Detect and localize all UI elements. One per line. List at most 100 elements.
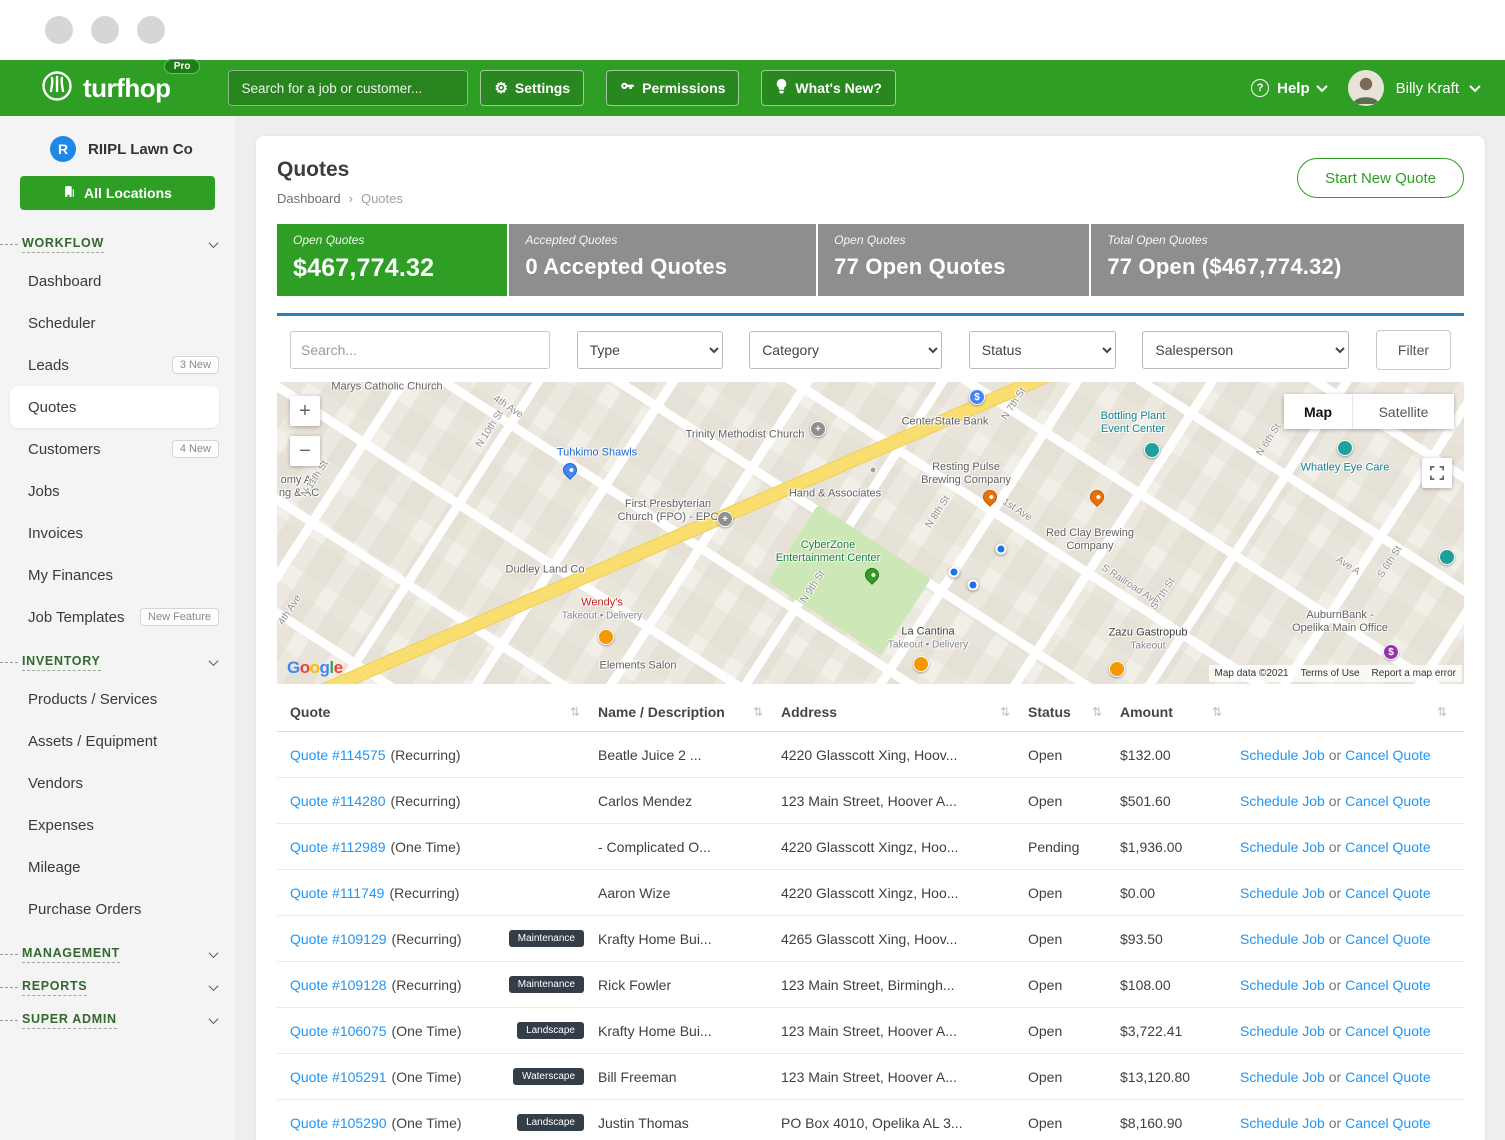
quote-link[interactable]: Quote #111749 — [290, 885, 384, 901]
breadcrumb-dashboard-link[interactable]: Dashboard — [277, 191, 341, 206]
cancel-quote-link[interactable]: Cancel Quote — [1345, 977, 1431, 993]
schedule-job-link[interactable]: Schedule Job — [1240, 793, 1325, 809]
sidebar-item-jobs[interactable]: Jobs — [0, 470, 235, 512]
cancel-quote-link[interactable]: Cancel Quote — [1345, 839, 1431, 855]
sidebar-section-inventory[interactable]: INVENTORY — [0, 654, 235, 671]
whats-new-button[interactable]: What's New? — [761, 70, 896, 106]
map-marker-food[interactable] — [1109, 661, 1125, 677]
schedule-job-link[interactable]: Schedule Job — [1240, 747, 1325, 763]
quote-link[interactable]: Quote #105291 — [290, 1069, 387, 1085]
filter-button[interactable]: Filter — [1376, 330, 1451, 370]
cancel-quote-link[interactable]: Cancel Quote — [1345, 931, 1431, 947]
quote-link[interactable]: Quote #112989 — [290, 839, 386, 855]
column-header-status[interactable]: Status⇅ — [1028, 704, 1120, 720]
sidebar-section-super-admin[interactable]: SUPER ADMIN — [0, 1012, 235, 1029]
status-select[interactable]: Status — [969, 331, 1116, 369]
schedule-job-link[interactable]: Schedule Job — [1240, 1023, 1325, 1039]
sidebar-item-quotes[interactable]: Quotes — [10, 386, 219, 428]
schedule-job-link[interactable]: Schedule Job — [1240, 885, 1325, 901]
schedule-job-link[interactable]: Schedule Job — [1240, 1069, 1325, 1085]
sidebar-item-assets-equipment[interactable]: Assets / Equipment — [0, 720, 235, 762]
map-marker-teal[interactable] — [1337, 440, 1353, 456]
map-marker-bank-blue[interactable]: $ — [969, 389, 985, 405]
cancel-quote-link[interactable]: Cancel Quote — [1345, 747, 1431, 763]
sidebar-section-reports[interactable]: REPORTS — [0, 979, 235, 996]
quote-link[interactable]: Quote #109128 — [290, 977, 387, 993]
quote-link[interactable]: Quote #105290 — [290, 1115, 387, 1131]
sort-icon[interactable]: ⇅ — [753, 705, 763, 719]
salesperson-select[interactable]: Salesperson — [1142, 331, 1349, 369]
satellite-view-button[interactable]: Satellite — [1352, 394, 1454, 429]
sidebar-section-workflow[interactable]: WORKFLOW — [0, 236, 235, 253]
report-map-error-link[interactable]: Report a map error — [1372, 668, 1456, 679]
quote-link[interactable]: Quote #106075 — [290, 1023, 387, 1039]
map-marker-dot-blue[interactable] — [968, 580, 979, 591]
schedule-job-link[interactable]: Schedule Job — [1240, 1115, 1325, 1131]
category-select[interactable]: Category — [749, 331, 942, 369]
map-zoom-in-button[interactable]: + — [290, 396, 320, 426]
map-marker-church[interactable]: + — [810, 421, 826, 437]
map-marker-dot-gray[interactable] — [870, 467, 877, 474]
company-selector[interactable]: R RIIPL Lawn Co — [0, 116, 235, 162]
sidebar-item-dashboard[interactable]: Dashboard — [0, 260, 235, 302]
map-marker-teal[interactable] — [1144, 442, 1160, 458]
quote-search-input[interactable] — [290, 331, 550, 369]
sidebar-item-invoices[interactable]: Invoices — [0, 512, 235, 554]
sort-icon[interactable]: ⇅ — [1212, 705, 1222, 719]
sidebar-item-scheduler[interactable]: Scheduler — [0, 302, 235, 344]
map-marker-food[interactable] — [598, 629, 614, 645]
sidebar-item-customers[interactable]: Customers4 New — [0, 428, 235, 470]
sidebar-item-purchase-orders[interactable]: Purchase Orders — [0, 888, 235, 930]
global-search-input[interactable] — [228, 70, 468, 106]
sort-icon[interactable]: ⇅ — [1437, 705, 1447, 719]
help-menu[interactable]: ? Help — [1251, 79, 1326, 97]
schedule-job-link[interactable]: Schedule Job — [1240, 977, 1325, 993]
column-header-address[interactable]: Address⇅ — [781, 704, 1028, 720]
sidebar-item-vendors[interactable]: Vendors — [0, 762, 235, 804]
quote-link[interactable]: Quote #109129 — [290, 931, 387, 947]
turfhop-logo[interactable]: turfhop Pro — [40, 69, 170, 108]
sidebar-item-leads[interactable]: Leads3 New — [0, 344, 235, 386]
sidebar-item-mileage[interactable]: Mileage — [0, 846, 235, 888]
quotes-map[interactable]: Marys Catholic ChurchTuhkimo ShawlsTrini… — [277, 382, 1464, 684]
column-header-quote[interactable]: Quote⇅ — [290, 704, 598, 720]
schedule-job-link[interactable]: Schedule Job — [1240, 839, 1325, 855]
cancel-quote-link[interactable]: Cancel Quote — [1345, 885, 1431, 901]
map-marker-dot-blue[interactable] — [996, 544, 1007, 555]
map-fullscreen-button[interactable] — [1422, 458, 1452, 488]
settings-button[interactable]: ⚙ Settings — [480, 70, 584, 106]
sidebar-item-expenses[interactable]: Expenses — [0, 804, 235, 846]
schedule-job-link[interactable]: Schedule Job — [1240, 931, 1325, 947]
user-avatar[interactable] — [1348, 70, 1384, 106]
all-locations-button[interactable]: All Locations — [20, 176, 215, 210]
map-view-button[interactable]: Map — [1284, 394, 1352, 429]
cancel-quote-link[interactable]: Cancel Quote — [1345, 1069, 1431, 1085]
map-marker-dot-blue[interactable] — [949, 567, 960, 578]
sort-icon[interactable]: ⇅ — [1000, 705, 1010, 719]
sort-icon[interactable]: ⇅ — [570, 705, 580, 719]
cancel-quote-link[interactable]: Cancel Quote — [1345, 1115, 1431, 1131]
map-marker-church[interactable]: + — [717, 511, 733, 527]
column-header-actions[interactable]: ⇅ — [1240, 705, 1451, 719]
type-select[interactable]: Type — [577, 331, 723, 369]
sidebar-item-my-finances[interactable]: My Finances — [0, 554, 235, 596]
sort-icon[interactable]: ⇅ — [1092, 705, 1102, 719]
terms-of-use-link[interactable]: Terms of Use — [1301, 668, 1360, 679]
start-new-quote-button[interactable]: Start New Quote — [1297, 158, 1464, 198]
column-header-amount[interactable]: Amount⇅ — [1120, 704, 1240, 720]
column-header-name-description[interactable]: Name / Description⇅ — [598, 704, 781, 720]
map-marker-teal[interactable] — [1439, 549, 1455, 565]
sidebar-item-job-templates[interactable]: Job TemplatesNew Feature — [0, 596, 235, 638]
map-marker-bank-purple[interactable]: $ — [1383, 644, 1399, 660]
permissions-button[interactable]: Permissions — [606, 70, 739, 106]
cancel-quote-link[interactable]: Cancel Quote — [1345, 793, 1431, 809]
quote-link[interactable]: Quote #114280 — [290, 793, 386, 809]
cancel-quote-link[interactable]: Cancel Quote — [1345, 1023, 1431, 1039]
sidebar-section-management[interactable]: MANAGEMENT — [0, 946, 235, 963]
map-zoom-out-button[interactable]: − — [290, 436, 320, 466]
quote-type: (Recurring) — [392, 977, 462, 993]
quote-link[interactable]: Quote #114575 — [290, 747, 386, 763]
sidebar-item-products-services[interactable]: Products / Services — [0, 678, 235, 720]
map-marker-food[interactable] — [913, 656, 929, 672]
user-name[interactable]: Billy Kraft — [1396, 80, 1459, 97]
